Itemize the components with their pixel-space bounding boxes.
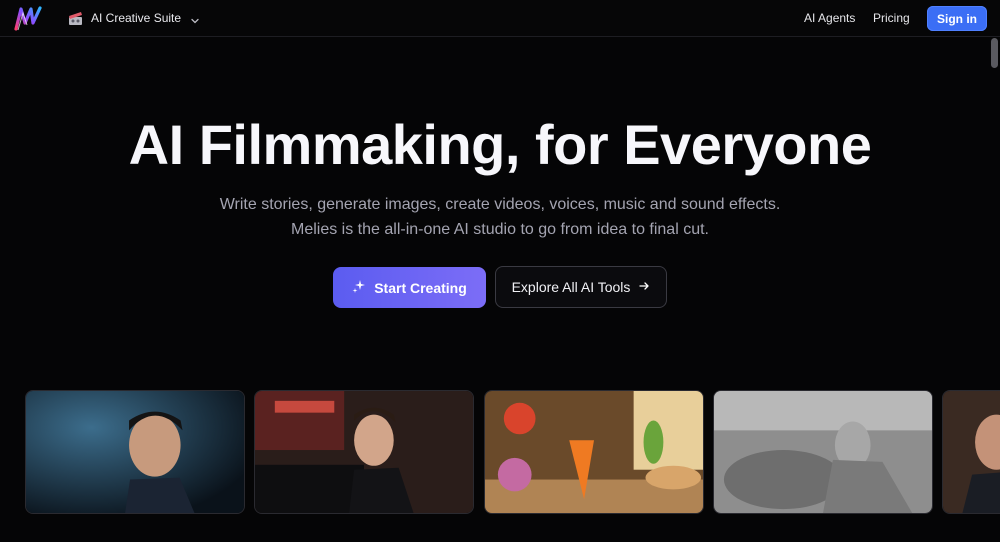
explore-tools-label: Explore All AI Tools	[511, 279, 631, 295]
nav-link-ai-agents[interactable]: AI Agents	[804, 11, 855, 25]
explore-all-ai-tools-button[interactable]: Explore All AI Tools	[495, 266, 667, 308]
start-creating-label: Start Creating	[374, 279, 467, 296]
start-creating-button[interactable]: Start Creating	[333, 267, 486, 308]
melies-logo-icon[interactable]	[14, 5, 44, 32]
film-clapper-icon	[68, 10, 84, 26]
hero-subtitle-line-1: Write stories, generate images, create v…	[219, 196, 781, 213]
top-nav-bar: AI Creative Suite AI Agents Pricing Sign…	[0, 0, 1000, 37]
sign-in-button[interactable]: Sign in	[927, 6, 987, 31]
hero-title: AI Filmmaking, for Everyone	[128, 113, 872, 176]
ai-creative-suite-dropdown[interactable]: AI Creative Suite	[68, 7, 200, 29]
gallery-thumbnail-sketch[interactable]	[713, 390, 933, 514]
arrow-right-icon	[638, 279, 650, 295]
nav-link-pricing[interactable]: Pricing	[873, 11, 910, 25]
gallery-thumbnail-vegetables[interactable]	[484, 390, 704, 514]
chevron-down-icon	[190, 13, 200, 24]
gallery-thumbnail-noir-man[interactable]	[25, 390, 245, 514]
sparkle-icon	[352, 279, 366, 296]
hero-subtitle-line-2: Melies is the all-in-one AI studio to go…	[291, 221, 709, 238]
gallery-thumbnail-smoking-man[interactable]	[254, 390, 474, 514]
page-scrollbar[interactable]	[991, 38, 998, 68]
suite-label: AI Creative Suite	[91, 11, 182, 25]
gallery-thumbnail-partial[interactable]	[942, 390, 1000, 514]
